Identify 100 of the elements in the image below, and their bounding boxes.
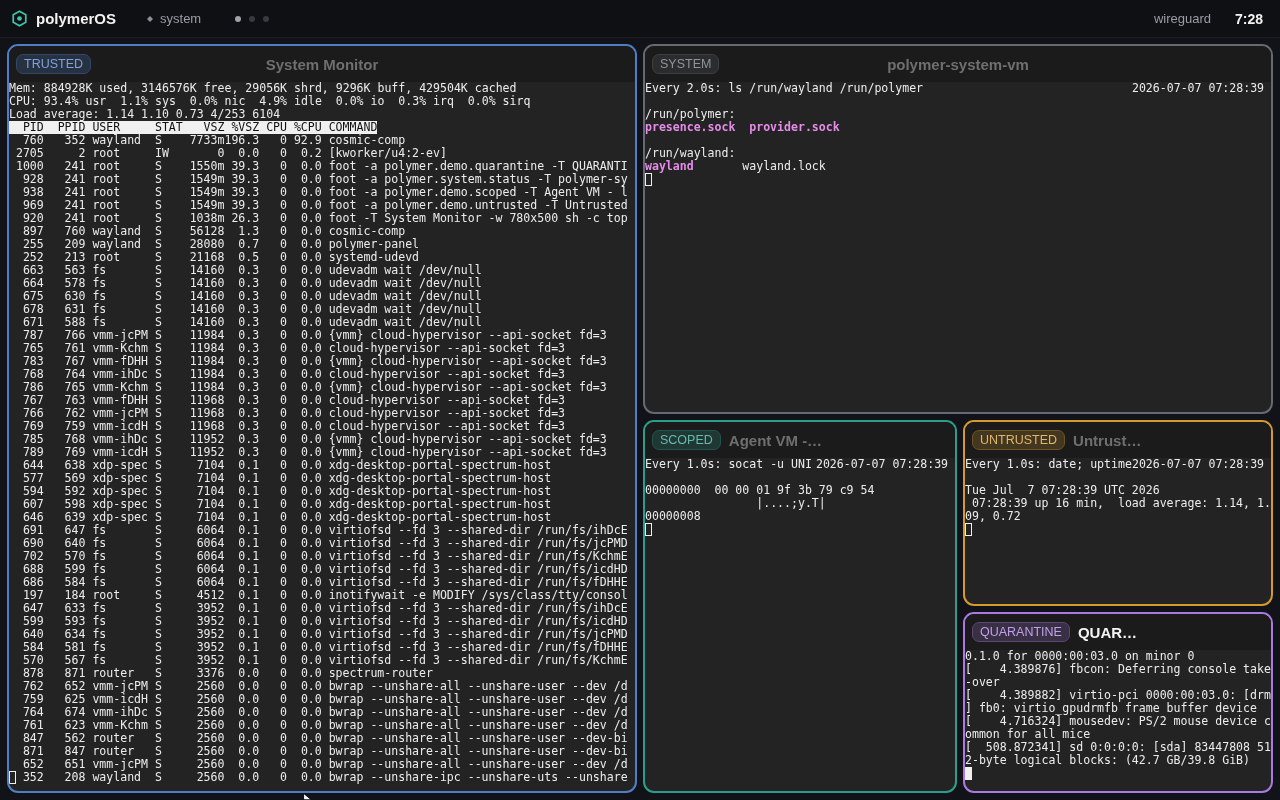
table-cell: 241 [64,198,86,212]
table-cell: 769 [64,445,86,459]
table-cell: S [154,770,162,784]
table-cell: 11984 [189,341,225,355]
table-cell: 0.0 [300,705,322,719]
table-cell: 599 [22,614,44,628]
table-cell: 664 [22,276,44,290]
table-cell: 0.0 [300,185,322,199]
table-cell: 255 [22,237,44,251]
table-cell: 0 [217,146,225,160]
table-cell: 0.0 [300,263,322,277]
table-cell: 7104 [196,458,225,472]
table-cell: S [154,211,162,225]
table-cell: 6064 [196,536,225,550]
terminal-pane[interactable]: Every 1.0s: date; uptime2026-07-07 07:28:39 Tue Jul 7 07:28:39 UTC 2026 07:28:39 up 16 min, load average: 1.14, 1. 09, 0.72 [965,458,1271,604]
table-cell: vmm-icdH [92,445,148,459]
table-cell: 0 [280,211,287,225]
table-cell: 14160 [189,276,225,290]
table-cell: 567 [64,653,86,667]
table-cell: 0 [280,731,287,745]
table-cell: 6064 [196,523,225,537]
table-cell: 0.1 [238,484,260,498]
table-cell: S [154,588,162,602]
table-cell: 0.3 [238,445,260,459]
watch-timestamp: 2026-07-07 07:28:39 [1131,458,1265,471]
window-title: System Monitor [265,55,379,73]
table-cell: virtiofsd --fd 3 --shared-dir /run/fs/KchmE [328,653,628,667]
table-cell: S [154,627,162,641]
table-cell: 0 [280,770,287,784]
table-cell: 593 [64,614,86,628]
table-cell: S [154,224,162,238]
table-cell: 0.3 [238,328,260,342]
table-cell: 783 [22,354,44,368]
table-cell: 3952 [196,601,225,615]
table-cell: {vmm} cloud-hypervisor --api-socket fd=3 [328,354,607,368]
table-cell: 0.0 [300,757,322,771]
table-cell: 0.0 [300,341,322,355]
table-cell: 7104 [196,497,225,511]
table-cell: IW [154,146,169,160]
table-cell: 762 [22,679,44,693]
table-cell: 0.0 [300,237,322,251]
table-cell: 570 [22,653,44,667]
table-cell: 0.1 [238,549,260,563]
workspace-indicator[interactable] [235,15,242,22]
title-bar[interactable]: SCOPED Agent VM -… [645,422,955,458]
table-cell: S [154,653,162,667]
column-header: %CPU [293,120,322,134]
table-cell: 0.0 [300,458,322,472]
title-bar[interactable]: SYSTEM polymer-system-vm [645,46,1271,82]
table-cell: S [154,744,162,758]
table-cell: 639 [64,510,86,524]
table-cell: 0.0 [300,471,322,485]
table-cell: virtiofsd --fd 3 --shared-dir /run/fs/KchmE [328,549,628,563]
terminal-pane[interactable]: Every 2.0s: ls /run/wayland /run/polymer 2026-07-07 07:28:39 /run/polymer: presence.sock provider.sock /run/wayland: wayland wayland.lock [645,82,1271,412]
table-cell: 0 [280,588,287,602]
workspace-name[interactable]: system [160,11,202,26]
table-cell: 0 [280,510,287,524]
table-cell: udevadm wait /dev/null [328,276,482,290]
network-status[interactable]: wireguard [1153,11,1211,26]
table-cell: 702 [22,549,44,563]
table-cell: 0 [280,237,287,251]
table-cell: 0.0 [300,523,322,537]
title-bar[interactable]: QUARANTINE QUAR… [965,614,1271,650]
table-cell: 0.0 [300,250,322,264]
table-cell: 584 [64,575,86,589]
table-cell: cloud-hypervisor --api-socket fd=3 [328,419,566,433]
table-cell: 2560 [196,770,225,784]
hexagon-logo-icon[interactable] [12,10,27,27]
table-cell: 56128 [189,224,225,238]
table-cell: fs [92,289,107,303]
terminal-line: 07:28:39 up 16 min, load average: 1.14, 1. [971,496,1271,510]
table-cell: 0.3 [238,341,260,355]
table-cell: S [154,471,162,485]
title-bar[interactable]: TRUSTED System Monitor [9,46,635,82]
table-cell: bwrap --unshare-all --unshare-user --dev /d [328,692,628,706]
table-cell: S [154,705,162,719]
terminal-pane[interactable]: Every 1.0s: socat -u UNI 2026-07-07 07:28:39 00000000 00 00 01 9f 3b 79 c9 54 |....;y.T| 00000008 [645,458,955,791]
table-cell: 0 [280,718,287,732]
table-cell: 630 [64,289,86,303]
table-cell: 0 [280,315,287,329]
title-bar[interactable]: UNTRUSTED Untrust… [965,422,1271,458]
table-cell: 3952 [196,640,225,654]
table-cell: 2560 [196,757,225,771]
table-cell: 184 [64,588,86,602]
table-cell: S [154,237,162,251]
table-cell: vmm-jcPM [92,679,148,693]
table-cell: xdg-desktop-portal-spectrum-host [328,497,552,511]
table-cell: 651 [64,757,86,771]
table-cell: 0 [280,185,287,199]
table-cell: 0 [280,159,287,173]
table-cell: {vmm} cloud-hypervisor --api-socket fd=3 [328,432,607,446]
table-cell: 92.9 [293,133,322,147]
table-cell: S [154,276,162,290]
table-cell: 766 [64,328,86,342]
table-cell: 0.0 [238,757,260,771]
table-cell: inotifywait -e MODIFY /sys/class/tty/consol [328,588,628,602]
table-cell: 1549m [189,198,225,212]
table-cell: 759 [22,692,44,706]
table-cell: root [92,159,121,173]
terminal-line: [ 4.389882] virtio-pci 0000:00:03.0: [drm [965,688,1271,702]
